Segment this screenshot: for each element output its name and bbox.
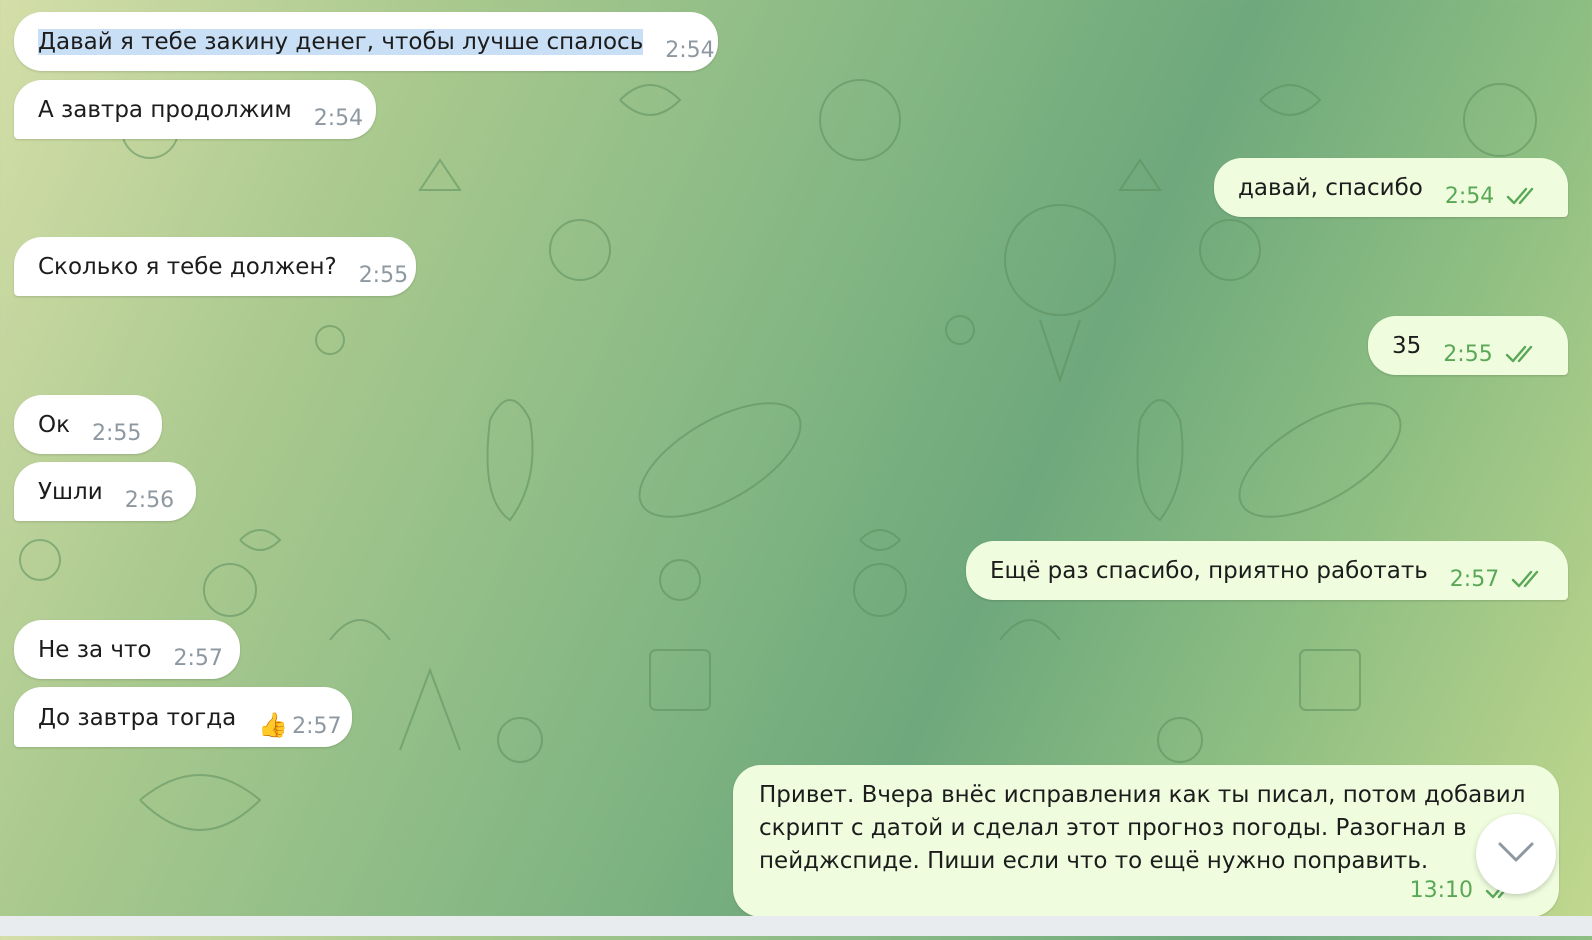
message-text: 35 xyxy=(1392,333,1422,359)
message-time: 2:55 xyxy=(92,421,142,446)
message-outgoing[interactable]: Привет. Вчера внёс исправления как ты пи… xyxy=(733,765,1559,917)
message-incoming[interactable]: Давай я тебе закину денег, чтобы лучше с… xyxy=(14,12,718,71)
message-time: 2:57 xyxy=(1449,567,1500,592)
scroll-to-bottom-button[interactable] xyxy=(1476,814,1556,894)
message-time: 2:54 xyxy=(1444,184,1495,209)
message-outgoing[interactable]: Ещё раз спасибо, приятно работать 2:57 xyxy=(966,541,1568,600)
message-text: Давай я тебе закину денег, чтобы лучше с… xyxy=(38,29,644,55)
composer-edge xyxy=(0,916,1592,936)
message-text: Не за что xyxy=(38,637,152,663)
message-incoming[interactable]: Ушли 2:56 xyxy=(14,462,196,521)
message-text: А завтра продолжим xyxy=(38,97,292,123)
message-time: 2:57 xyxy=(173,646,223,671)
message-time: 2:55 xyxy=(1443,342,1493,367)
message-time: 13:10 xyxy=(1409,878,1473,903)
chevron-down-icon xyxy=(1496,840,1536,868)
message-incoming[interactable]: Ок 2:55 xyxy=(14,395,162,454)
message-time: 2:55 xyxy=(358,263,409,288)
double-check-icon xyxy=(1511,566,1547,588)
message-incoming[interactable]: А завтра продолжим 2:54 xyxy=(14,80,376,139)
message-outgoing[interactable]: 35 2:55 xyxy=(1368,316,1568,375)
message-incoming[interactable]: Не за что 2:57 xyxy=(14,620,240,679)
double-check-icon xyxy=(1506,183,1542,205)
message-outgoing[interactable]: давай, спасибо 2:54 xyxy=(1214,158,1568,217)
message-text: До завтра тогда xyxy=(38,705,237,731)
message-time: 2:57 xyxy=(292,714,342,739)
message-text: давай, спасибо xyxy=(1238,175,1423,201)
message-time: 2:54 xyxy=(665,38,715,63)
message-text: Ушли xyxy=(38,479,103,505)
message-meta: 13:10 xyxy=(759,874,1533,907)
message-text: Привет. Вчера внёс исправления как ты пи… xyxy=(759,782,1526,874)
message-incoming[interactable]: Сколько я тебе должен? 2:55 xyxy=(14,237,416,296)
message-time: 2:56 xyxy=(124,488,175,513)
message-time: 2:54 xyxy=(313,106,364,131)
message-text: Сколько я тебе должен? xyxy=(38,254,337,280)
message-incoming[interactable]: До завтра тогда 👍 2:57 xyxy=(14,687,352,747)
message-text: Ещё раз спасибо, приятно работать xyxy=(990,558,1428,584)
double-check-icon xyxy=(1505,341,1541,363)
thumbs-up-icon[interactable]: 👍 xyxy=(258,709,288,742)
message-text: Ок xyxy=(38,412,70,438)
